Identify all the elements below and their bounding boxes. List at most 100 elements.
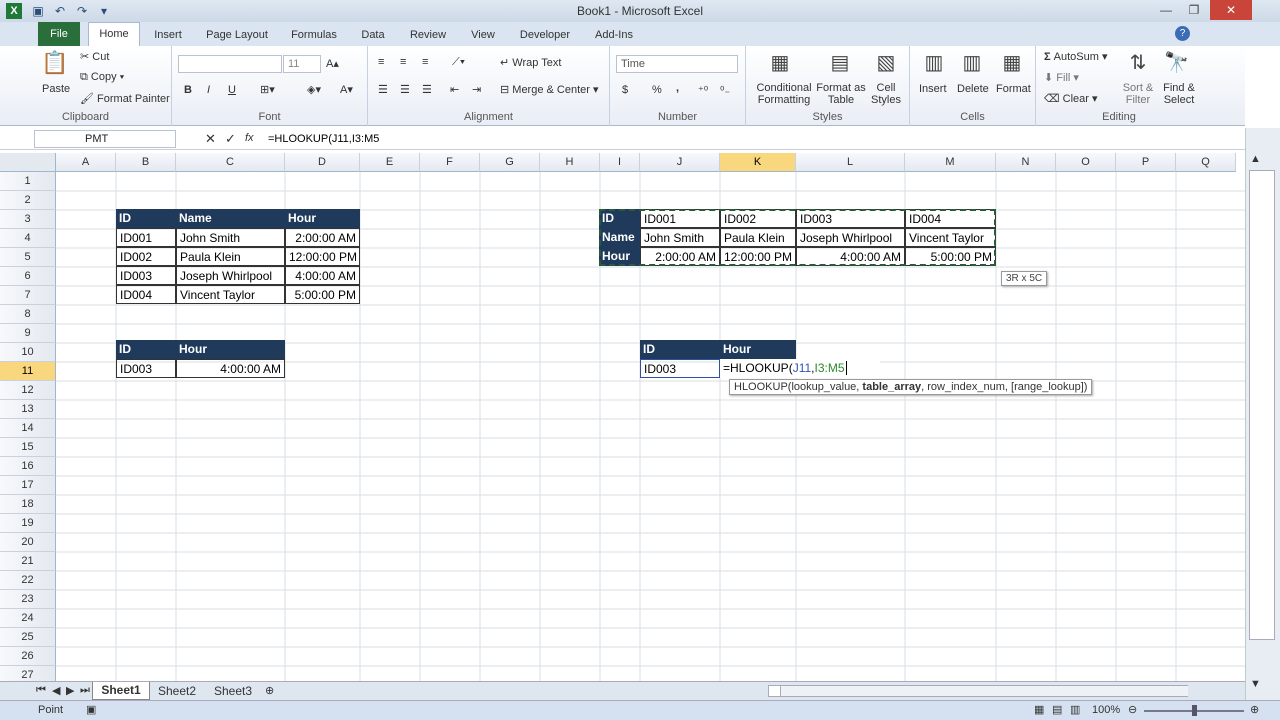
table1-cell[interactable]: 4:00:00 AM (285, 266, 360, 285)
row-header[interactable]: 11 (0, 362, 56, 381)
enter-entry-icon[interactable]: ✓ (225, 131, 236, 147)
row-header[interactable]: 1 (0, 172, 56, 191)
align-left-icon[interactable]: ☰ (378, 83, 388, 96)
align-middle-icon[interactable]: ≡ (400, 56, 406, 68)
scroll-up-icon[interactable]: ▲ (1250, 153, 1261, 165)
underline-button[interactable]: U (228, 84, 236, 96)
cell-styles-icon[interactable]: ▧ (874, 50, 898, 75)
sort-filter-icon[interactable]: ⇅ (1126, 50, 1150, 75)
delete-button[interactable]: Delete (957, 83, 989, 95)
page-break-view-icon[interactable]: ▥ (1070, 703, 1080, 716)
insert-sheet-icon[interactable]: ⊕ (265, 684, 274, 697)
row-header[interactable]: 15 (0, 438, 56, 457)
format-as-table-button[interactable]: Format as Table (816, 82, 866, 106)
zoom-level[interactable]: 100% (1092, 704, 1120, 716)
decrease-indent-icon[interactable]: ⇤ (450, 83, 459, 96)
increase-indent-icon[interactable]: ⇥ (472, 83, 481, 96)
font-color-icon[interactable]: A▾ (340, 83, 353, 96)
table1-header-hour[interactable]: Hour (285, 209, 360, 228)
macro-record-icon[interactable]: ▣ (86, 703, 96, 716)
increase-decimal-icon[interactable]: ⁺⁰ (698, 84, 708, 97)
format-cells-icon[interactable]: ▦ (1000, 50, 1024, 75)
row-header[interactable]: 21 (0, 552, 56, 571)
tab-page-layout[interactable]: Page Layout (203, 25, 271, 46)
merge-center-button[interactable]: ⊟ Merge & Center ▾ (500, 83, 599, 96)
column-header[interactable]: A (56, 153, 116, 172)
conditional-formatting-icon[interactable]: ▦ (768, 50, 792, 75)
align-right-icon[interactable]: ☰ (422, 83, 432, 96)
prev-sheet-icon[interactable]: ◀ (52, 684, 60, 697)
save-icon[interactable]: ▣ (30, 3, 46, 19)
redo-icon[interactable]: ↷ (74, 3, 90, 19)
formula-input[interactable]: =HLOOKUP(J11,I3:M5 (268, 133, 379, 145)
table2-cell[interactable]: Vincent Taylor (905, 228, 996, 247)
table2-rowheader-id[interactable]: ID (599, 209, 640, 228)
copy-button[interactable]: ⧉ Copy ▾ (80, 71, 124, 84)
cut-button[interactable]: ✂ Cut (80, 50, 109, 63)
row-header[interactable]: 19 (0, 514, 56, 533)
find-select-button[interactable]: Find & Select (1158, 82, 1200, 106)
table2-rowheader-hour[interactable]: Hour (599, 247, 640, 266)
conditional-formatting-button[interactable]: Conditional Formatting (752, 82, 816, 106)
row-header[interactable]: 7 (0, 286, 56, 305)
table1-cell[interactable]: ID001 (116, 228, 176, 247)
row-header[interactable]: 25 (0, 628, 56, 647)
table1-cell[interactable]: ID003 (116, 266, 176, 285)
page-layout-view-icon[interactable]: ▤ (1052, 703, 1062, 716)
scroll-down-icon[interactable]: ▼ (1250, 678, 1261, 690)
table2-cell[interactable]: 5:00:00 PM (905, 247, 996, 266)
column-header[interactable]: C (176, 153, 285, 172)
table1-header-id[interactable]: ID (116, 209, 176, 228)
row-header[interactable]: 2 (0, 191, 56, 210)
table2-cell[interactable]: 12:00:00 PM (720, 247, 796, 266)
row-header[interactable]: 5 (0, 248, 56, 267)
column-header[interactable]: K (720, 153, 796, 172)
row-header[interactable]: 4 (0, 229, 56, 248)
row-header[interactable]: 9 (0, 324, 56, 343)
table1-cell[interactable]: Paula Klein (176, 247, 285, 266)
table2-cell[interactable]: ID001 (640, 209, 720, 228)
sheet-tab-sheet1[interactable]: Sheet1 (92, 682, 150, 700)
table1-cell[interactable]: 5:00:00 PM (285, 285, 360, 304)
lookup1-header-id[interactable]: ID (116, 340, 176, 359)
format-painter-button[interactable]: 🖌 Format Painter (80, 92, 170, 105)
column-header[interactable]: J (640, 153, 720, 172)
sheet-tab-sheet2[interactable]: Sheet2 (152, 684, 202, 698)
minimize-button[interactable]: — (1152, 0, 1180, 20)
bold-button[interactable]: B (184, 84, 192, 96)
table1-cell[interactable]: ID002 (116, 247, 176, 266)
column-header[interactable]: G (480, 153, 540, 172)
align-bottom-icon[interactable]: ≡ (422, 56, 428, 68)
row-header[interactable]: 10 (0, 343, 56, 362)
grow-font-icon[interactable]: A▴ (326, 57, 339, 70)
row-header[interactable]: 24 (0, 609, 56, 628)
normal-view-icon[interactable]: ▦ (1034, 703, 1044, 716)
table2-cell[interactable]: 4:00:00 AM (796, 247, 905, 266)
table1-cell[interactable]: Vincent Taylor (176, 285, 285, 304)
tab-formulas[interactable]: Formulas (288, 25, 340, 46)
column-header[interactable]: H (540, 153, 600, 172)
tab-data[interactable]: Data (358, 25, 388, 46)
format-as-table-icon[interactable]: ▤ (828, 50, 852, 75)
paste-icon[interactable]: 📋 (40, 50, 70, 76)
customize-qat-icon[interactable]: ▾ (96, 3, 112, 19)
sort-filter-button[interactable]: Sort & Filter (1120, 82, 1156, 106)
name-box[interactable]: PMT (34, 130, 176, 148)
tab-developer[interactable]: Developer (517, 25, 573, 46)
lookup2-id-cell[interactable]: ID003 (640, 359, 720, 378)
lookup1-id-cell[interactable]: ID003 (116, 359, 176, 378)
zoom-out-icon[interactable]: ⊖ (1128, 703, 1137, 716)
tab-review[interactable]: Review (407, 25, 449, 46)
vertical-scroll-thumb[interactable] (1249, 170, 1275, 640)
horizontal-scroll-thumb[interactable] (780, 686, 1188, 696)
insert-cells-icon[interactable]: ▥ (922, 50, 946, 75)
row-header[interactable]: 3 (0, 210, 56, 229)
row-header[interactable]: 8 (0, 305, 56, 324)
row-header[interactable]: 16 (0, 457, 56, 476)
next-sheet-icon[interactable]: ▶ (66, 684, 74, 697)
column-header[interactable]: F (420, 153, 480, 172)
first-sheet-icon[interactable]: ⏮ (36, 684, 46, 697)
tab-file[interactable]: File (38, 22, 80, 46)
align-center-icon[interactable]: ☰ (400, 83, 410, 96)
autosum-button[interactable]: Σ AutoSum ▾ (1044, 50, 1108, 63)
